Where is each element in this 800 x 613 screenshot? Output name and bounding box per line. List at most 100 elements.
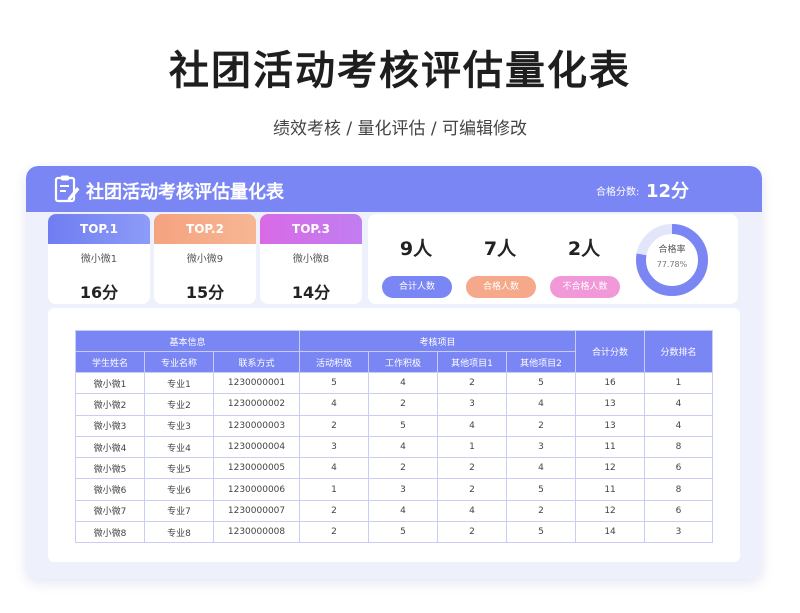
table-cell: 8 [644,435,714,459]
table-cell: 3 [368,478,439,501]
table-cell: 1230000004 [212,435,301,459]
table-cell: 4 [368,371,439,395]
table-cell: 2 [299,521,370,544]
table-row: 微小微6 专业6 1230000006 1 3 2 5 11 8 [75,478,714,501]
fail-count-badge: 不合格人数 [550,276,620,298]
table-cell: 微小微8 [75,521,145,544]
table-cell: 4 [437,414,508,437]
pass-rate-value: 77.78% [656,260,688,269]
table-cell: 2 [437,371,508,395]
table-cell: 微小微1 [75,371,145,395]
header-rank: 分数排名 [644,330,714,373]
table-cell: 专业5 [144,457,214,480]
table-cell: 专业2 [144,393,214,416]
table-row: 微小微7 专业7 1230000007 2 4 4 2 12 6 [75,499,714,523]
table-cell: 5 [368,414,439,437]
table-cell: 1230000005 [212,457,301,480]
column-header: 学生姓名 [75,351,145,373]
table-cell: 6 [644,499,714,523]
table-cell: 2 [437,457,508,480]
column-header: 专业名称 [144,351,214,373]
top-score: 14分 [291,283,331,302]
table-row: 微小微1 专业1 1230000001 5 4 2 5 16 1 [75,371,714,395]
pass-rate-label: 合格率 [658,245,686,255]
fail-count: 2人 [567,238,601,260]
table-cell: 专业8 [144,521,214,544]
column-header: 其他项目2 [506,351,577,373]
table-cell: 8 [644,478,714,501]
table-cell: 4 [437,499,508,523]
group-header-assessment: 考核项目 [299,330,577,352]
table-cell: 专业1 [144,371,214,395]
top-card-1: TOP.1 微小微1 16分 [48,214,150,304]
pass-score-label: 合格分数: [596,187,640,198]
table-cell: 4 [299,393,370,416]
table-cell: 微小微7 [75,499,145,523]
table-cell: 2 [506,414,577,437]
table-cell: 微小微3 [75,414,145,437]
clipboard-edit-icon [54,175,80,203]
pass-count: 7人 [483,238,517,260]
table-cell: 5 [506,478,577,501]
table-row: 微小微2 专业2 1230000002 4 2 3 4 13 4 [75,393,714,416]
table-cell: 2 [368,457,439,480]
table-cell: 2 [437,478,508,501]
table-cell: 1230000008 [212,521,301,544]
table-cell: 微小微6 [75,478,145,501]
column-header: 工作积极 [368,351,439,373]
table-cell: 2 [368,393,439,416]
table-cell: 微小微4 [75,435,145,459]
table-cell: 4 [644,393,714,416]
header-total-score: 合计分数 [575,330,646,373]
table-cell: 4 [506,457,577,480]
table-cell: 2 [506,499,577,523]
top-name: 微小微1 [80,254,118,265]
total-count: 9人 [399,238,433,260]
table-row: 微小微3 专业3 1230000003 2 5 4 2 13 4 [75,414,714,437]
table-cell: 1 [644,371,714,395]
page-subtitle: 绩效考核 / 量化评估 / 可编辑修改 [272,119,528,139]
card-header: 社团活动考核评估量化表 合格分数: 12分 [26,166,762,212]
table-cell: 1 [299,478,370,501]
table-body: 微小微1 专业1 1230000001 5 4 2 5 16 1 微小微2 专业2 123000000… [75,371,714,544]
table-cell: 专业4 [144,435,214,459]
table-cell: 13 [575,414,646,437]
table-cell: 微小微2 [75,393,145,416]
table-row: 微小微5 专业5 1230000005 4 2 2 4 12 6 [75,457,714,480]
table-cell: 1230000002 [212,393,301,416]
table-cell: 2 [437,521,508,544]
table-cell: 3 [437,393,508,416]
table-cell: 专业6 [144,478,214,501]
table-cell: 1230000001 [212,371,301,395]
table-cell: 微小微5 [75,457,145,480]
top-card-3: TOP.3 微小微8 14分 [260,214,362,304]
table-cell: 5 [506,521,577,544]
table-cell: 2 [299,414,370,437]
page-title: 社团活动考核评估量化表 [169,48,631,94]
table-row: 微小微8 专业8 1230000008 2 5 2 5 14 3 [75,521,714,544]
table-cell: 5 [299,371,370,395]
table-cell: 1 [437,435,508,459]
evaluation-card: 社团活动考核评估量化表 合格分数: 12分 TOP.1 微小微1 16分 TOP… [26,166,762,579]
top-label: TOP.2 [154,214,256,244]
table-row: 微小微4 专业4 1230000004 3 4 1 3 11 8 [75,435,714,459]
top-card-2: TOP.2 微小微9 15分 [154,214,256,304]
table-cell: 1230000003 [212,414,301,437]
column-header: 活动积极 [299,351,370,373]
total-count-badge: 合计人数 [382,276,452,298]
table-cell: 16 [575,371,646,395]
top-name: 微小微8 [292,254,330,265]
top-label: TOP.1 [48,214,150,244]
score-table: 基本信息 考核项目 合计分数 分数排名 学生姓名 专业名称 联系方式 活动积极 … [74,330,714,544]
table-cell: 6 [644,457,714,480]
table-cell: 14 [575,521,646,544]
table-cell: 5 [368,521,439,544]
table-cell: 4 [299,457,370,480]
table-cell: 3 [299,435,370,459]
card-title: 社团活动考核评估量化表 [86,182,284,203]
table-cell: 11 [575,435,646,459]
table-cell: 3 [506,435,577,459]
table-cell: 4 [368,435,439,459]
table-cell: 4 [644,414,714,437]
top-score: 15分 [185,283,225,302]
